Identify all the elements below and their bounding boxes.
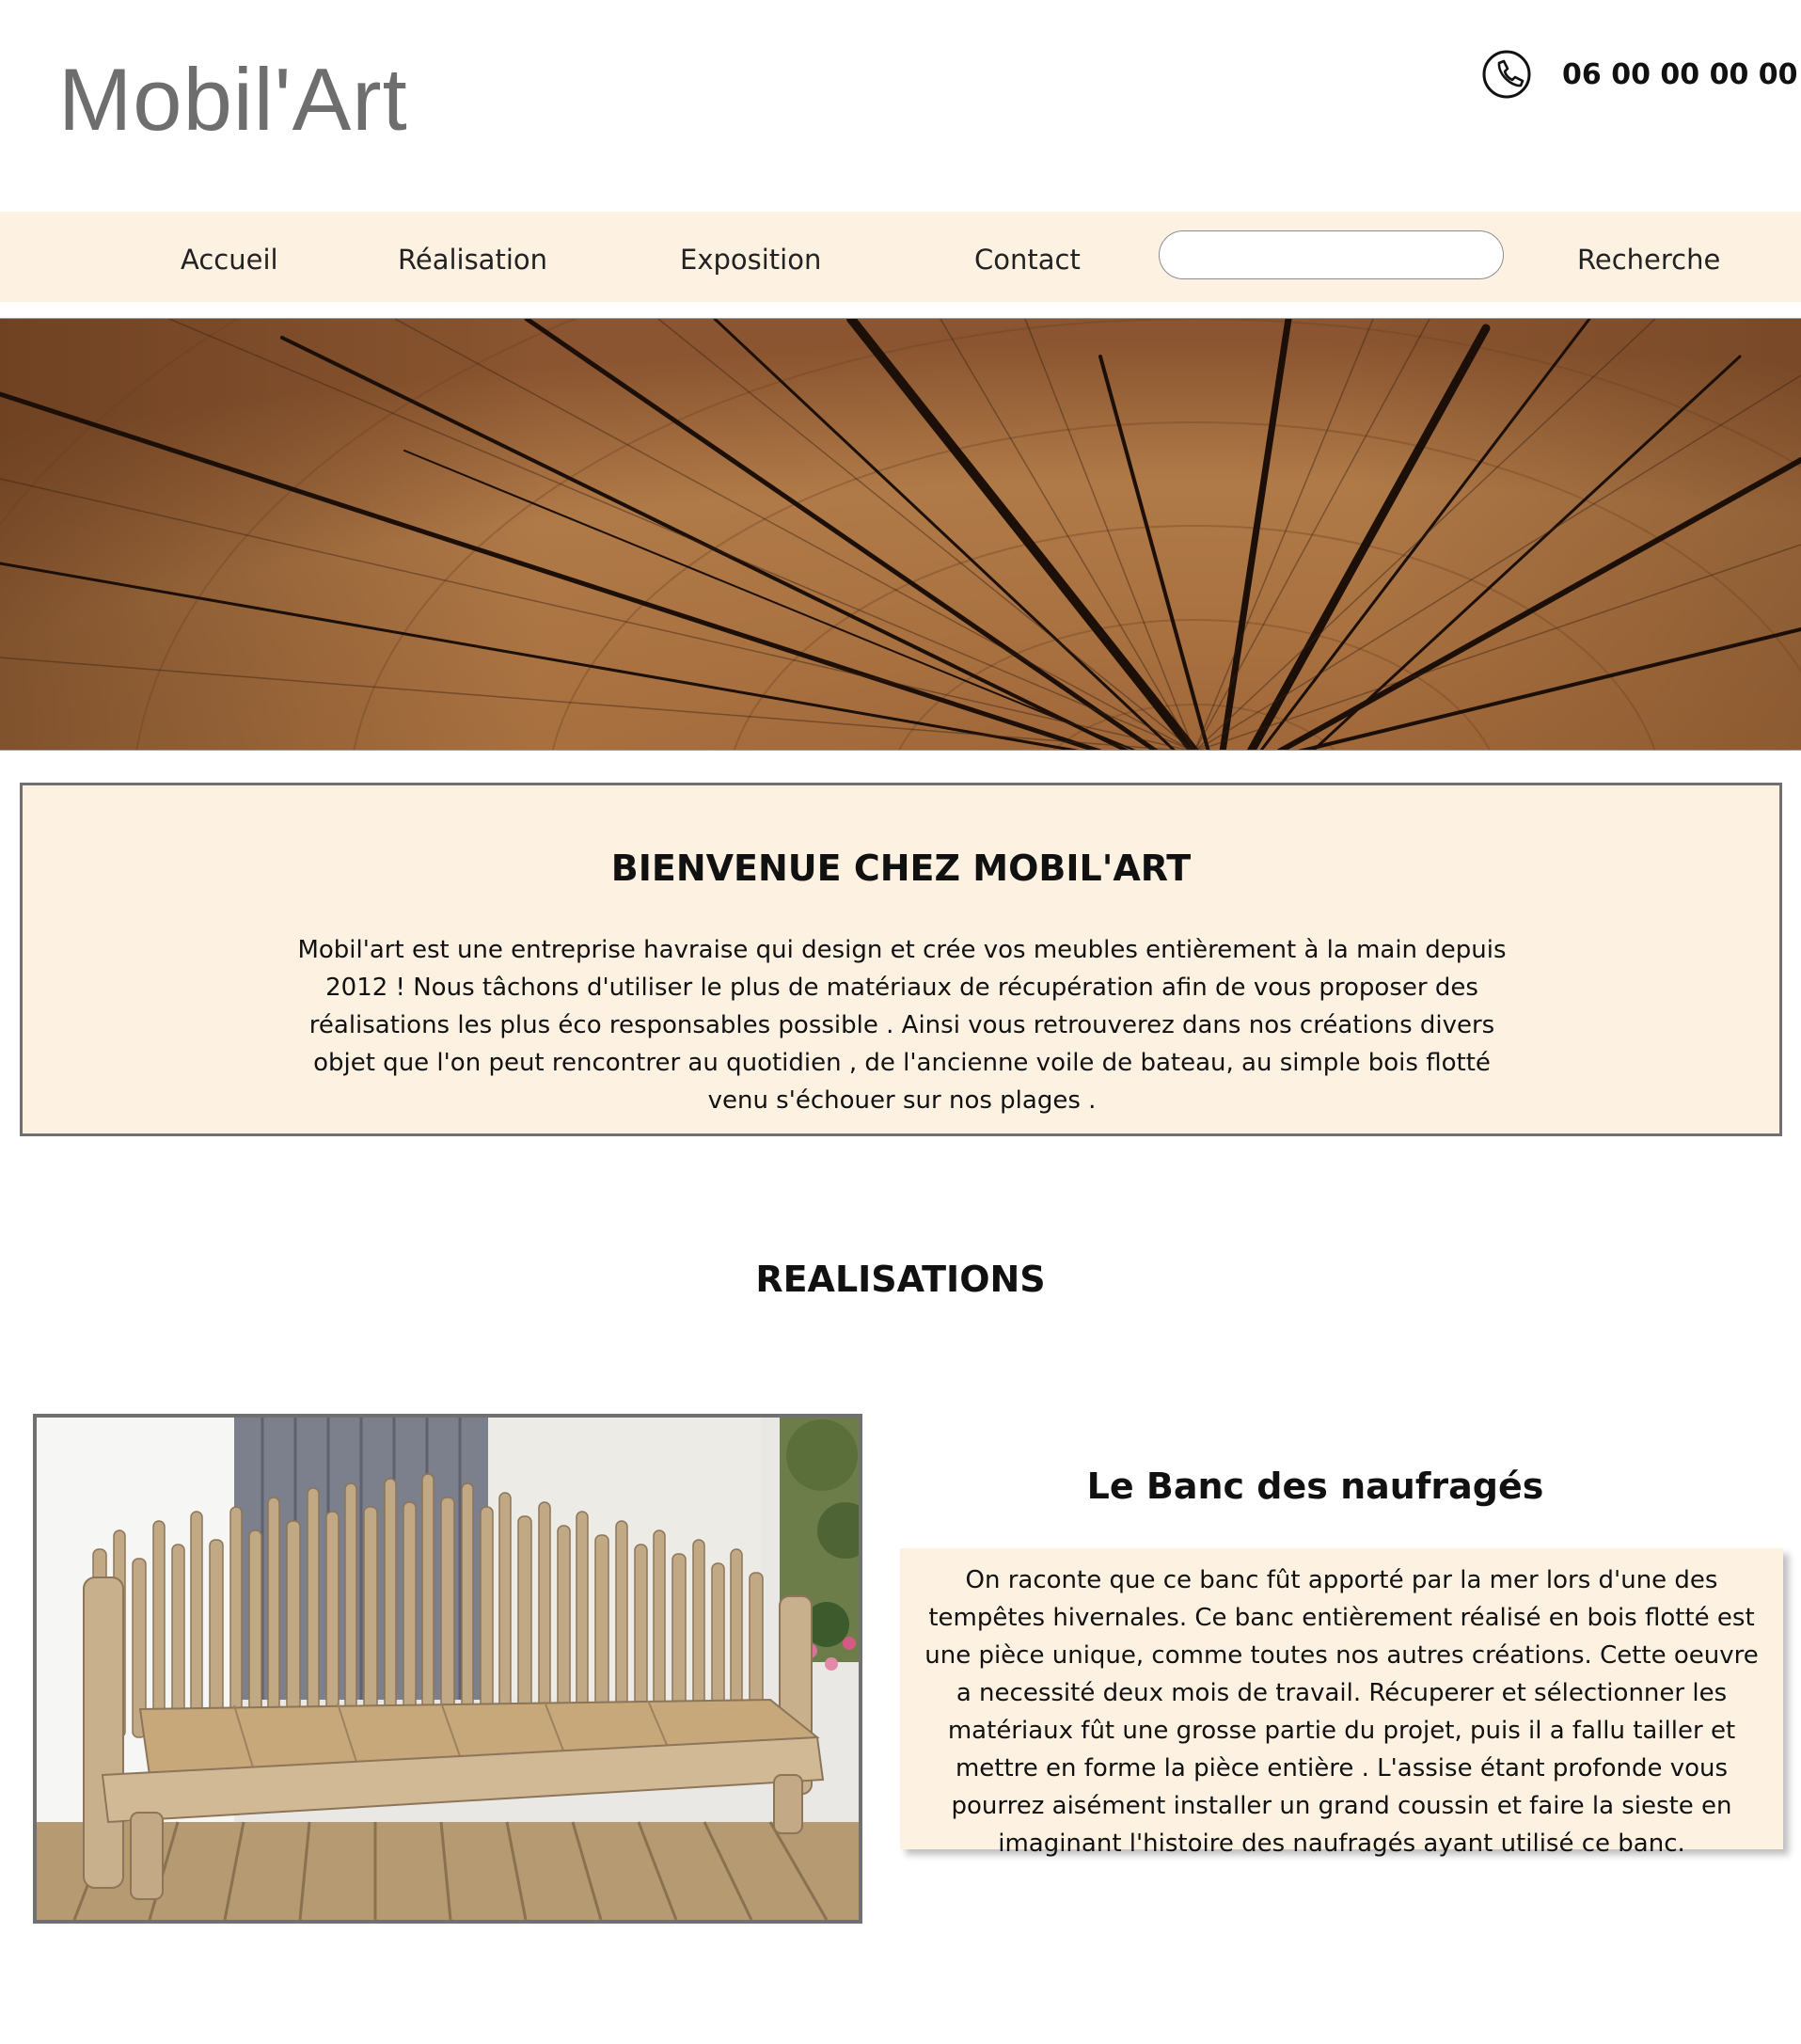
site-logo[interactable]: Mobil'Art — [58, 49, 408, 151]
phone-number[interactable]: 06 00 00 00 00 — [1562, 58, 1798, 91]
driftwood-bench-image — [37, 1418, 859, 1920]
nav-item-realisation[interactable]: Réalisation — [398, 244, 547, 276]
realisations-title: REALISATIONS — [755, 1259, 1046, 1300]
search-button[interactable]: Recherche — [1577, 244, 1720, 276]
page: Mobil'Art 06 00 00 00 00 Accueil Réalisa… — [0, 0, 1801, 2044]
welcome-title: BIENVENUE CHEZ MOBIL'ART — [610, 848, 1192, 889]
nav-item-exposition[interactable]: Exposition — [680, 244, 821, 276]
welcome-text: Mobil'art est une entreprise havraise qu… — [297, 936, 1507, 1115]
bench-photo[interactable] — [33, 1414, 862, 1924]
phone-contact[interactable]: 06 00 00 00 00 — [1481, 49, 1798, 100]
phone-icon — [1482, 50, 1531, 99]
item-description-card: On raconte que ce banc fût apporté par l… — [900, 1548, 1783, 1858]
nav-item-accueil[interactable]: Accueil — [181, 244, 278, 276]
wood-texture-image — [0, 319, 1801, 750]
hero-banner — [0, 318, 1801, 751]
welcome-section: BIENVENUE CHEZ MOBIL'ART Mobil'art est u… — [20, 783, 1782, 1136]
item-description: On raconte que ce banc fût apporté par l… — [924, 1566, 1759, 1858]
item-title: Le Banc des naufragés — [1086, 1466, 1544, 1507]
nav-item-contact[interactable]: Contact — [974, 244, 1081, 276]
search-input[interactable] — [1159, 230, 1504, 279]
